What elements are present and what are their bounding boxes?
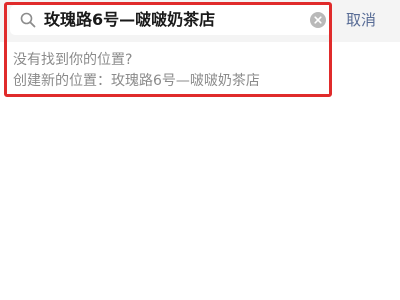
search-input[interactable]: 玫瑰路6号—啵啵奶茶店 <box>44 5 306 35</box>
search-icon <box>20 12 36 28</box>
search-box[interactable]: 玫瑰路6号—啵啵奶茶店 <box>10 5 332 35</box>
create-location-row[interactable]: 创建新的位置：玫瑰路6号—啵啵奶茶店 <box>13 71 260 91</box>
create-location-name: 玫瑰路6号—啵啵奶茶店 <box>111 73 260 89</box>
not-found-text: 没有找到你的位置? <box>13 52 133 68</box>
create-location-prefix: 创建新的位置： <box>13 73 111 89</box>
search-bar: 玫瑰路6号—啵啵奶茶店 取消 <box>0 0 400 42</box>
clear-icon[interactable] <box>310 12 326 28</box>
create-location-suggestion[interactable]: 没有找到你的位置? 创建新的位置：玫瑰路6号—啵啵奶茶店 <box>0 42 400 98</box>
cancel-button[interactable]: 取消 <box>346 9 376 31</box>
